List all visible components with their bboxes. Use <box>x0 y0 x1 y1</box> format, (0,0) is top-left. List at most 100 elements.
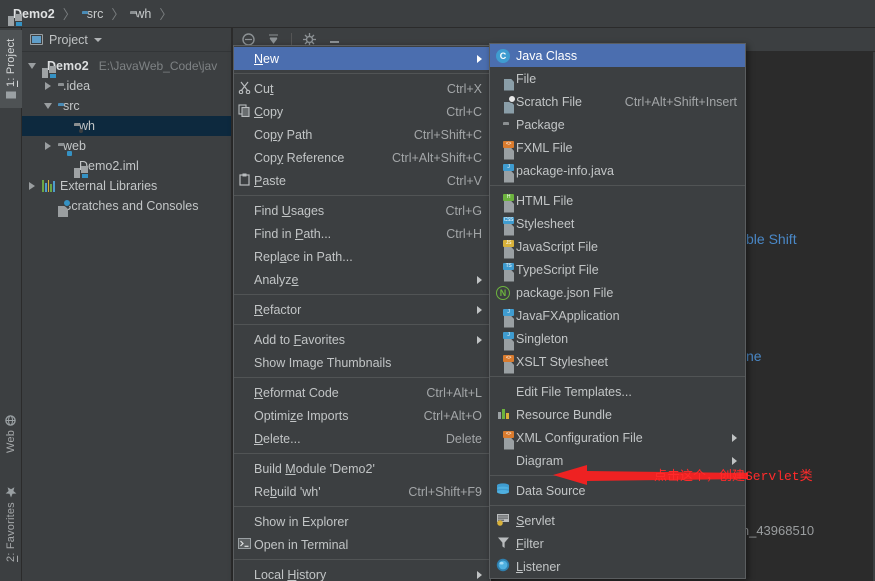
menu-item-label: Singleton <box>516 331 569 346</box>
menu-item-accelerator: Ctrl+G <box>445 203 482 218</box>
breadcrumb-item-label: src <box>86 6 104 21</box>
menu-item-open-in-terminal[interactable]: Open in Terminal <box>234 533 490 556</box>
menu-separator <box>234 453 490 454</box>
menu-item-icon: N <box>490 285 516 300</box>
tree-row[interactable]: wh <box>22 116 231 136</box>
tree-twisty[interactable] <box>58 156 69 176</box>
submenu-item-package[interactable]: Package <box>490 113 745 136</box>
menu-item-icon <box>234 103 254 120</box>
menu-item-label: Build Module 'Demo2' <box>254 461 375 476</box>
project-tool-window[interactable]: Project Demo2 E:\JavaWeb_Code\jav .idea src… <box>22 28 232 581</box>
tree-twisty[interactable] <box>42 96 53 116</box>
menu-item-replace-in-path[interactable]: Replace in Path... <box>234 245 490 268</box>
submenu-item-listener[interactable]: Listener <box>490 555 745 578</box>
tree-row-label: Scratches and Consoles <box>63 199 199 213</box>
menu-item-label: Servlet <box>516 513 555 528</box>
submenu-item-file[interactable]: File <box>490 67 745 91</box>
tree-twisty[interactable] <box>42 196 53 216</box>
tree-row[interactable]: Scratches and Consoles <box>22 196 231 217</box>
left-tool-window-bar[interactable]: 1: Project Web 2: Favorites cture <box>0 28 22 581</box>
menu-item-find-in-path[interactable]: Find in Path... Ctrl+H <box>234 222 490 245</box>
menu-separator <box>234 506 490 507</box>
chevron-down-icon[interactable] <box>93 37 102 42</box>
tree-row[interactable]: External Libraries <box>22 176 231 196</box>
menu-item-accelerator: Ctrl+Alt+Shift+Insert <box>624 94 737 109</box>
tool-tab-project[interactable]: 1: Project <box>0 30 22 108</box>
breadcrumb-item-src[interactable]: src <box>80 0 106 28</box>
menu-item-rebuild-wh[interactable]: Rebuild 'wh' Ctrl+Shift+F9 <box>234 480 490 503</box>
submenu-item-servlet[interactable]: Servlet <box>490 509 745 532</box>
menu-separator <box>234 324 490 325</box>
project-window-icon <box>30 34 43 45</box>
tree-twisty[interactable] <box>42 136 53 156</box>
menu-item-label: JavaFXApplication <box>516 308 620 323</box>
tool-tab-label: 2: Favorites <box>5 502 17 562</box>
submenu-item-singleton[interactable]: J Singleton <box>490 327 745 351</box>
menu-item-refactor[interactable]: Refactor <box>234 298 490 321</box>
menu-item-label: Show in Explorer <box>254 514 349 529</box>
tool-tab-favorites[interactable]: 2: Favorites <box>0 480 22 568</box>
menu-item-icon <box>490 513 516 529</box>
menu-item-optimize-imports[interactable]: Optimize Imports Ctrl+Alt+O <box>234 404 490 427</box>
submenu-item-html-file[interactable]: H HTML File <box>490 189 745 213</box>
menu-item-icon <box>490 482 516 499</box>
submenu-item-scratch-file[interactable]: Scratch File Ctrl+Alt+Shift+Insert <box>490 90 745 114</box>
menu-item-local-history[interactable]: Local History <box>234 563 490 581</box>
breadcrumb-item-demo2[interactable]: Demo2 <box>6 0 57 28</box>
chevron-right-icon <box>477 305 482 314</box>
menu-item-delete[interactable]: Delete... Delete <box>234 427 490 450</box>
tree-row[interactable]: .idea <box>22 76 231 96</box>
menu-item-find-usages[interactable]: Find Usages Ctrl+G <box>234 199 490 222</box>
menu-item-cut[interactable]: Cut Ctrl+X <box>234 77 490 100</box>
menu-item-copy[interactable]: Copy Ctrl+C <box>234 100 490 123</box>
menu-item-icon <box>234 537 254 552</box>
menu-item-label: Paste <box>254 173 286 188</box>
menu-item-show-in-explorer[interactable]: Show in Explorer <box>234 510 490 533</box>
context-menu[interactable]: New Cut Ctrl+X Copy Ctrl+C Copy Path Ctrl+Shif… <box>233 45 491 581</box>
menu-item-label: Find Usages <box>254 203 325 218</box>
submenu-item-fxml-file[interactable]: <> FXML File <box>490 136 745 160</box>
submenu-item-package-info-java[interactable]: Jpackage-info.java <box>490 159 745 183</box>
menu-item-icon: C <box>490 48 516 63</box>
submenu-item-filter[interactable]: Filter <box>490 532 745 555</box>
menu-item-add-to-favorites[interactable]: Add to Favorites <box>234 328 490 351</box>
menu-item-new[interactable]: New <box>234 47 490 70</box>
submenu-item-package-json-file[interactable]: Npackage.json File <box>490 281 745 304</box>
submenu-item-edit-file-templates[interactable]: Edit File Templates... <box>490 380 745 403</box>
menu-item-copy-reference[interactable]: Copy Reference Ctrl+Alt+Shift+C <box>234 146 490 169</box>
menu-item-paste[interactable]: Paste Ctrl+V <box>234 169 490 192</box>
menu-item-build-module-demo2[interactable]: Build Module 'Demo2' <box>234 457 490 480</box>
tree-twisty[interactable] <box>26 176 37 196</box>
tool-tab-cture[interactable]: cture <box>0 574 22 581</box>
menu-item-label: Copy Path <box>254 127 313 142</box>
tree-twisty[interactable] <box>58 116 69 136</box>
menu-item-copy-path[interactable]: Copy Path Ctrl+Shift+C <box>234 123 490 146</box>
menu-item-label: Rebuild 'wh' <box>254 484 321 499</box>
submenu-item-java-class[interactable]: C Java Class <box>490 44 745 67</box>
submenu-item-typescript-file[interactable]: TS TypeScript File <box>490 258 745 282</box>
project-panel-header[interactable]: Project <box>22 28 231 52</box>
tree-row[interactable]: Demo2 E:\JavaWeb_Code\jav <box>22 56 231 78</box>
project-tree[interactable]: Demo2 E:\JavaWeb_Code\jav .idea src wh web Dem… <box>22 52 231 217</box>
menu-item-reformat-code[interactable]: Reformat Code Ctrl+Alt+L <box>234 381 490 404</box>
tree-twisty[interactable] <box>42 76 53 96</box>
submenu-item-javascript-file[interactable]: JS JavaScript File <box>490 235 745 259</box>
submenu-item-stylesheet[interactable]: CSS Stylesheet <box>490 212 745 236</box>
tree-row[interactable]: src <box>22 96 231 116</box>
tree-twisty[interactable] <box>26 56 37 76</box>
breadcrumb-item-wh[interactable]: wh <box>128 0 153 28</box>
submenu-item-xslt-stylesheet[interactable]: <> XSLT Stylesheet <box>490 350 745 374</box>
menu-item-icon <box>490 536 516 552</box>
tree-row[interactable]: Demo2.iml <box>22 156 231 178</box>
submenu-item-xml-configuration-file[interactable]: <> XML Configuration File <box>490 426 745 450</box>
submenu-item-javafxapplication[interactable]: J JavaFXApplication <box>490 304 745 328</box>
new-submenu[interactable]: C Java Class File Scratch File Ctrl+Alt+Shif… <box>489 43 746 579</box>
tree-row[interactable]: web <box>22 136 231 156</box>
menu-item-accelerator: Ctrl+H <box>446 226 482 241</box>
tool-tab-web[interactable]: Web <box>0 406 22 462</box>
submenu-item-resource-bundle[interactable]: Resource Bundle <box>490 403 745 426</box>
menu-item-label: Scratch File <box>516 94 582 109</box>
menu-item-show-image-thumbnails[interactable]: Show Image Thumbnails <box>234 351 490 374</box>
menu-item-analyze[interactable]: Analyze <box>234 268 490 291</box>
resource-bundle-icon <box>497 407 510 423</box>
